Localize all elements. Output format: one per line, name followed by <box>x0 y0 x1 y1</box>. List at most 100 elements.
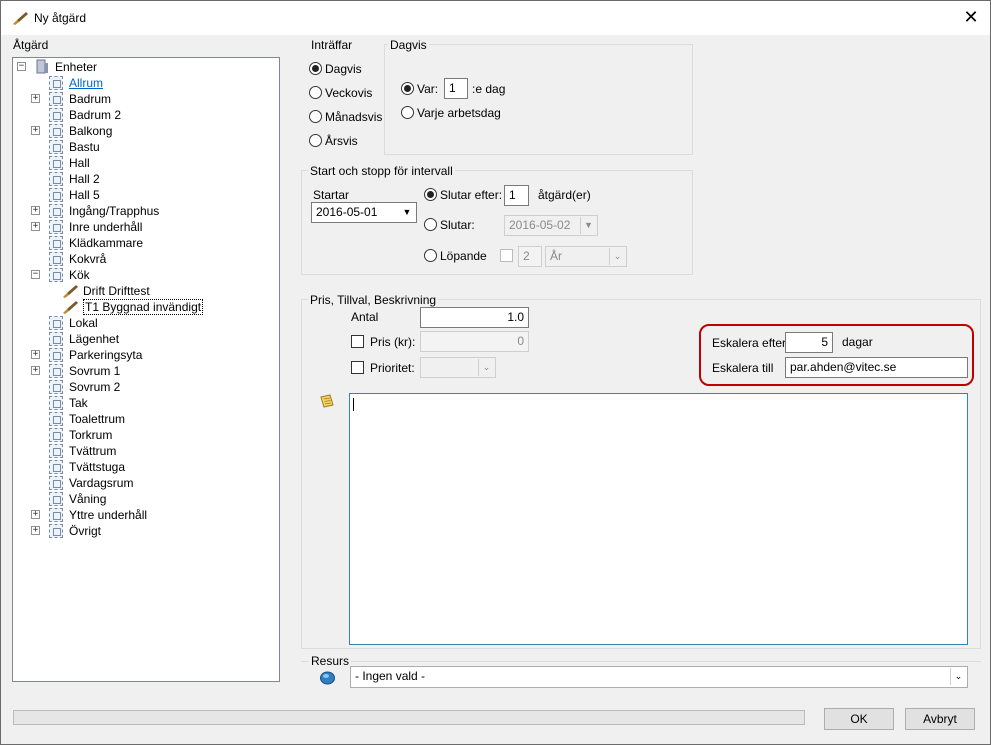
chevron-down-icon[interactable]: ⌄ <box>950 668 966 685</box>
tree-item[interactable]: Tak <box>69 395 88 411</box>
description-textarea[interactable] <box>349 393 968 645</box>
brush-icon <box>63 285 78 298</box>
running-unit-select[interactable]: År ⌄ <box>545 246 627 267</box>
qty-input[interactable]: 1.0 <box>420 307 529 328</box>
tree-item[interactable]: Torkrum <box>69 427 112 443</box>
every-days-input[interactable]: 1 <box>444 78 468 99</box>
tree-item[interactable]: Övrigt <box>69 523 101 539</box>
radio-ends[interactable] <box>424 218 437 231</box>
start-date-picker[interactable]: 2016-05-01 ▼ <box>311 202 417 223</box>
collapse-icon[interactable]: − <box>17 62 26 71</box>
end-date-value: 2016-05-02 <box>509 218 571 232</box>
unit-icon <box>49 348 63 362</box>
resource-title: Resurs <box>309 654 352 668</box>
tree-item[interactable]: Inre underhåll <box>69 219 142 235</box>
unit-icon <box>49 444 63 458</box>
running-unit-value: År <box>550 249 562 263</box>
cancel-button[interactable]: Avbryt <box>905 708 975 730</box>
tree-item[interactable]: Hall 2 <box>69 171 100 187</box>
radio-veckovis[interactable] <box>309 86 322 99</box>
expand-icon[interactable]: + <box>31 350 40 359</box>
tree-item[interactable]: Hall 5 <box>69 187 100 203</box>
resource-icon <box>320 671 335 685</box>
tree-item[interactable]: Balkong <box>69 123 112 139</box>
tree-child-item[interactable]: Drift Drifttest <box>83 283 150 299</box>
collapse-icon[interactable]: − <box>31 270 40 279</box>
occurs-title: Inträffar <box>311 38 353 52</box>
tree-label: Åtgärd <box>13 38 49 52</box>
radio-ends-after[interactable] <box>424 188 437 201</box>
tree-root[interactable]: Enheter <box>55 59 97 75</box>
expand-icon[interactable]: + <box>31 206 40 215</box>
title-bar: Ny åtgärd ✕ <box>1 1 990 35</box>
unit-icon <box>49 140 63 154</box>
tree-item[interactable]: Sovrum 1 <box>69 363 120 379</box>
escalate-to-input[interactable]: par.ahden@vitec.se <box>785 357 968 378</box>
tree-item[interactable]: Yttre underhåll <box>69 507 147 523</box>
tree-item[interactable]: Lokal <box>69 315 98 331</box>
ends-after-input[interactable]: 1 <box>504 185 529 206</box>
radio-running[interactable] <box>424 249 437 262</box>
tree-item[interactable]: Sovrum 2 <box>69 379 120 395</box>
tree-item[interactable]: Vardagsrum <box>69 475 133 491</box>
chevron-down-icon[interactable]: ⌄ <box>609 248 625 265</box>
text-cursor <box>353 398 354 411</box>
expand-icon[interactable]: + <box>31 366 40 375</box>
tree-item[interactable]: Lägenhet <box>69 331 119 347</box>
tree-item[interactable]: Kök <box>69 267 90 283</box>
expand-icon[interactable]: + <box>31 126 40 135</box>
tree-item[interactable]: Hall <box>69 155 90 171</box>
unit-icon <box>49 108 63 122</box>
tree-item[interactable]: Badrum 2 <box>69 107 121 123</box>
escalate-after-input[interactable]: 5 <box>785 332 833 353</box>
progress-bar <box>13 710 805 725</box>
ends-after-label: Slutar efter: <box>440 188 503 202</box>
resource-select[interactable]: - Ingen vald - ⌄ <box>350 666 968 688</box>
unit-icon <box>49 316 63 330</box>
priority-checkbox[interactable] <box>351 361 364 374</box>
tree-item[interactable]: Ingång/Trapphus <box>69 203 159 219</box>
tree-item[interactable]: Parkeringsyta <box>69 347 142 363</box>
unit-icon <box>49 172 63 186</box>
unit-icon <box>49 428 63 442</box>
ok-button[interactable]: OK <box>824 708 894 730</box>
tree-item[interactable]: Kokvrå <box>69 251 106 267</box>
price-input[interactable]: 0 <box>420 331 529 352</box>
running-checkbox[interactable] <box>500 249 513 262</box>
chevron-down-icon[interactable]: ▼ <box>399 204 415 221</box>
chevron-down-icon[interactable]: ⌄ <box>478 359 494 376</box>
radio-manadsvis[interactable] <box>309 110 322 123</box>
unit-icon <box>49 188 63 202</box>
tree-item[interactable]: Toalettrum <box>69 411 125 427</box>
radio-dagvis[interactable] <box>309 62 322 75</box>
tree-item[interactable]: Våning <box>69 491 106 507</box>
close-button[interactable]: ✕ <box>956 7 986 29</box>
tree-item[interactable]: Klädkammare <box>69 235 143 251</box>
dialog-window: Ny åtgärd ✕ Åtgärd − Enheter Allrum + Badr… <box>0 0 991 745</box>
escalate-after-unit: dagar <box>842 335 873 349</box>
chevron-down-icon[interactable]: ▼ <box>580 217 596 234</box>
price-checkbox[interactable] <box>351 335 364 348</box>
escalate-to-label: Eskalera till <box>712 361 774 375</box>
tree-item[interactable]: Bastu <box>69 139 100 155</box>
radio-every[interactable] <box>401 82 414 95</box>
unit-icon <box>49 76 63 90</box>
tree-item[interactable]: Badrum <box>69 91 111 107</box>
end-date-picker[interactable]: 2016-05-02 ▼ <box>504 215 598 236</box>
price-title: Pris, Tillval, Beskrivning <box>308 293 439 307</box>
expand-icon[interactable]: + <box>31 510 40 519</box>
expand-icon[interactable]: + <box>31 94 40 103</box>
expand-icon[interactable]: + <box>31 222 40 231</box>
unit-tree[interactable]: − Enheter Allrum + Badrum Badrum 2 + Balkong B… <box>12 57 280 682</box>
tree-item[interactable]: Tvättrum <box>69 443 116 459</box>
priority-select[interactable]: ⌄ <box>420 357 496 378</box>
running-value-input[interactable]: 2 <box>518 246 542 267</box>
tree-item[interactable]: Allrum <box>69 75 103 91</box>
radio-arsvis[interactable] <box>309 134 322 147</box>
tree-item[interactable]: Tvättstuga <box>69 459 125 475</box>
radio-workday[interactable] <box>401 106 414 119</box>
tree-child-item[interactable]: T1 Byggnad invändigt <box>83 299 204 315</box>
brush-icon <box>13 12 28 25</box>
unit-icon <box>49 236 63 250</box>
expand-icon[interactable]: + <box>31 526 40 535</box>
